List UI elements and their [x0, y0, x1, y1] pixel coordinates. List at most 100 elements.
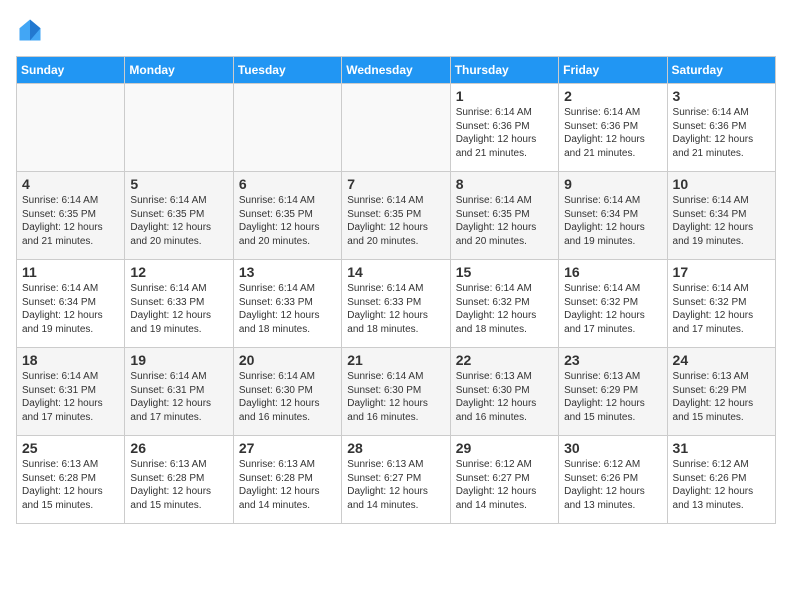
calendar-day: 4 Sunrise: 6:14 AM Sunset: 6:35 PM Daylig…: [17, 172, 125, 260]
day-number: 18: [22, 352, 119, 368]
day-number: 3: [673, 88, 770, 104]
day-header-sunday: Sunday: [17, 57, 125, 84]
day-number: 25: [22, 440, 119, 456]
day-info: Sunrise: 6:13 AM Sunset: 6:28 PM Dayligh…: [239, 458, 336, 512]
calendar-day: 7 Sunrise: 6:14 AM Sunset: 6:35 PM Daylig…: [342, 172, 450, 260]
day-info: Sunrise: 6:13 AM Sunset: 6:29 PM Dayligh…: [673, 370, 770, 424]
day-number: 23: [564, 352, 661, 368]
day-number: 8: [456, 176, 553, 192]
calendar-day: 1 Sunrise: 6:14 AM Sunset: 6:36 PM Daylig…: [450, 84, 558, 172]
day-number: 10: [673, 176, 770, 192]
logo: [16, 16, 48, 44]
calendar-day: [125, 84, 233, 172]
calendar-day: 16Sunrise: 6:14 AM Sunset: 6:32 PM Dayli…: [559, 260, 667, 348]
day-header-thursday: Thursday: [450, 57, 558, 84]
day-info: Sunrise: 6:12 AM Sunset: 6:26 PM Dayligh…: [673, 458, 770, 512]
day-info: Sunrise: 6:13 AM Sunset: 6:28 PM Dayligh…: [130, 458, 227, 512]
calendar-day: 25 Sunrise: 6:13 AM Sunset: 6:28 PM Dayli…: [17, 436, 125, 524]
day-number: 27: [239, 440, 336, 456]
day-info: Sunrise: 6:13 AM Sunset: 6:28 PM Dayligh…: [22, 458, 119, 512]
calendar-day: 29 Sunrise: 6:12 AM Sunset: 6:27 PM Dayli…: [450, 436, 558, 524]
day-info: Sunrise: 6:14 AM Sunset: 6:34 PM Dayligh…: [22, 282, 119, 336]
calendar-week-row: 11 Sunrise: 6:14 AM Sunset: 6:34 PM Dayli…: [17, 260, 776, 348]
day-number: 13: [239, 264, 336, 280]
day-info: Sunrise: 6:14 AM Sunset: 6:31 PM Dayligh…: [130, 370, 227, 424]
day-info: Sunrise: 6:13 AM Sunset: 6:27 PM Dayligh…: [347, 458, 444, 512]
day-info: Sunrise: 6:14 AM Sunset: 6:30 PM Dayligh…: [239, 370, 336, 424]
day-header-saturday: Saturday: [667, 57, 775, 84]
calendar-day: [17, 84, 125, 172]
day-header-tuesday: Tuesday: [233, 57, 341, 84]
day-number: 2: [564, 88, 661, 104]
day-number: 1: [456, 88, 553, 104]
calendar-day: 15Sunrise: 6:14 AM Sunset: 6:32 PM Dayli…: [450, 260, 558, 348]
calendar-day: 10 Sunrise: 6:14 AM Sunset: 6:34 PM Dayli…: [667, 172, 775, 260]
calendar-day: 18Sunrise: 6:14 AM Sunset: 6:31 PM Dayli…: [17, 348, 125, 436]
day-number: 7: [347, 176, 444, 192]
day-number: 14: [347, 264, 444, 280]
calendar-day: 24 Sunrise: 6:13 AM Sunset: 6:29 PM Dayli…: [667, 348, 775, 436]
calendar-day: 13Sunrise: 6:14 AM Sunset: 6:33 PM Dayli…: [233, 260, 341, 348]
calendar-day: 12Sunrise: 6:14 AM Sunset: 6:33 PM Dayli…: [125, 260, 233, 348]
calendar-week-row: 25 Sunrise: 6:13 AM Sunset: 6:28 PM Dayli…: [17, 436, 776, 524]
calendar-day: 2 Sunrise: 6:14 AM Sunset: 6:36 PM Daylig…: [559, 84, 667, 172]
calendar-day: 26 Sunrise: 6:13 AM Sunset: 6:28 PM Dayli…: [125, 436, 233, 524]
calendar-day: 5Sunrise: 6:14 AM Sunset: 6:35 PM Daylig…: [125, 172, 233, 260]
day-info: Sunrise: 6:14 AM Sunset: 6:36 PM Dayligh…: [456, 106, 553, 160]
calendar-day: 30 Sunrise: 6:12 AM Sunset: 6:26 PM Dayli…: [559, 436, 667, 524]
day-number: 22: [456, 352, 553, 368]
calendar-day: 3 Sunrise: 6:14 AM Sunset: 6:36 PM Daylig…: [667, 84, 775, 172]
day-info: Sunrise: 6:13 AM Sunset: 6:29 PM Dayligh…: [564, 370, 661, 424]
day-info: Sunrise: 6:14 AM Sunset: 6:36 PM Dayligh…: [673, 106, 770, 160]
day-info: Sunrise: 6:14 AM Sunset: 6:35 PM Dayligh…: [347, 194, 444, 248]
day-info: Sunrise: 6:14 AM Sunset: 6:34 PM Dayligh…: [564, 194, 661, 248]
day-info: Sunrise: 6:14 AM Sunset: 6:35 PM Dayligh…: [22, 194, 119, 248]
day-info: Sunrise: 6:12 AM Sunset: 6:27 PM Dayligh…: [456, 458, 553, 512]
day-info: Sunrise: 6:14 AM Sunset: 6:34 PM Dayligh…: [673, 194, 770, 248]
calendar-day: 11 Sunrise: 6:14 AM Sunset: 6:34 PM Dayli…: [17, 260, 125, 348]
calendar-day: 28 Sunrise: 6:13 AM Sunset: 6:27 PM Dayli…: [342, 436, 450, 524]
day-info: Sunrise: 6:14 AM Sunset: 6:32 PM Dayligh…: [564, 282, 661, 336]
day-number: 15: [456, 264, 553, 280]
calendar-day: 17Sunrise: 6:14 AM Sunset: 6:32 PM Dayli…: [667, 260, 775, 348]
day-number: 6: [239, 176, 336, 192]
calendar-week-row: 1 Sunrise: 6:14 AM Sunset: 6:36 PM Daylig…: [17, 84, 776, 172]
day-number: 11: [22, 264, 119, 280]
day-number: 24: [673, 352, 770, 368]
day-info: Sunrise: 6:14 AM Sunset: 6:35 PM Dayligh…: [456, 194, 553, 248]
day-info: Sunrise: 6:14 AM Sunset: 6:30 PM Dayligh…: [347, 370, 444, 424]
day-number: 5: [130, 176, 227, 192]
calendar-day: 22 Sunrise: 6:13 AM Sunset: 6:30 PM Dayli…: [450, 348, 558, 436]
logo-icon: [16, 16, 44, 44]
day-info: Sunrise: 6:12 AM Sunset: 6:26 PM Dayligh…: [564, 458, 661, 512]
calendar-day: 8 Sunrise: 6:14 AM Sunset: 6:35 PM Daylig…: [450, 172, 558, 260]
calendar-day: 6 Sunrise: 6:14 AM Sunset: 6:35 PM Daylig…: [233, 172, 341, 260]
day-header-friday: Friday: [559, 57, 667, 84]
day-info: Sunrise: 6:14 AM Sunset: 6:33 PM Dayligh…: [347, 282, 444, 336]
day-info: Sunrise: 6:14 AM Sunset: 6:35 PM Dayligh…: [239, 194, 336, 248]
day-number: 21: [347, 352, 444, 368]
day-number: 28: [347, 440, 444, 456]
page-header: [16, 16, 776, 44]
day-number: 19: [130, 352, 227, 368]
day-number: 12: [130, 264, 227, 280]
calendar-week-row: 18 Sunrise: 6:14 AM Sunset: 6:31 PM Dayli…: [17, 348, 776, 436]
day-info: Sunrise: 6:14 AM Sunset: 6:36 PM Dayligh…: [564, 106, 661, 160]
day-number: 29: [456, 440, 553, 456]
calendar-week-row: 4 Sunrise: 6:14 AM Sunset: 6:35 PM Daylig…: [17, 172, 776, 260]
calendar-day: 9 Sunrise: 6:14 AM Sunset: 6:34 PM Daylig…: [559, 172, 667, 260]
day-header-monday: Monday: [125, 57, 233, 84]
calendar-day: [342, 84, 450, 172]
calendar-day: 23 Sunrise: 6:13 AM Sunset: 6:29 PM Dayli…: [559, 348, 667, 436]
day-info: Sunrise: 6:14 AM Sunset: 6:32 PM Dayligh…: [673, 282, 770, 336]
day-number: 26: [130, 440, 227, 456]
day-header-wednesday: Wednesday: [342, 57, 450, 84]
day-number: 30: [564, 440, 661, 456]
day-number: 9: [564, 176, 661, 192]
day-number: 4: [22, 176, 119, 192]
day-number: 31: [673, 440, 770, 456]
day-info: Sunrise: 6:13 AM Sunset: 6:30 PM Dayligh…: [456, 370, 553, 424]
calendar-day: 21 Sunrise: 6:14 AM Sunset: 6:30 PM Dayli…: [342, 348, 450, 436]
day-number: 20: [239, 352, 336, 368]
calendar-day: 27 Sunrise: 6:13 AM Sunset: 6:28 PM Dayli…: [233, 436, 341, 524]
